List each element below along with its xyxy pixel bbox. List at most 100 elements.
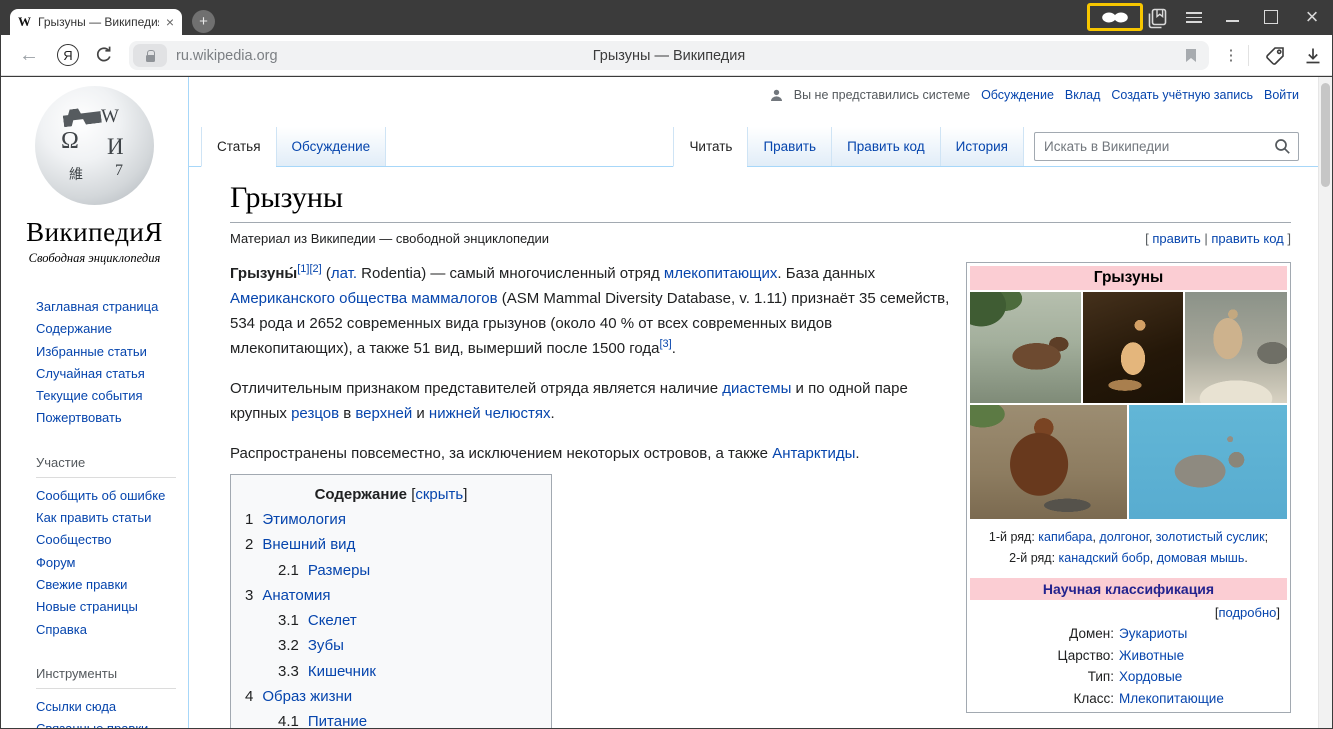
latin-link[interactable]: лат.	[331, 265, 357, 282]
collections-tag-icon[interactable]	[1262, 44, 1288, 67]
globe-glyph-cjk: 維	[69, 164, 83, 184]
more-options-icon[interactable]: ⋮	[1223, 44, 1239, 66]
capybara-link[interactable]: капибара	[1038, 530, 1092, 544]
classification-header[interactable]: Научная классификация	[970, 578, 1287, 600]
sidebar-item-featured[interactable]: Избранные статьи	[36, 341, 188, 363]
sidebar-item-random[interactable]: Случайная статья	[36, 363, 188, 385]
house-mouse-image[interactable]	[1129, 405, 1287, 519]
tab-close-icon[interactable]: ×	[166, 15, 174, 29]
globe-glyph-i: И	[107, 134, 124, 160]
menu-icon[interactable]	[1186, 12, 1202, 23]
toc-item[interactable]: 4Образ жизни	[245, 684, 537, 709]
sidebar-item-current-events[interactable]: Текущие события	[36, 385, 188, 407]
new-tab-button[interactable]: +	[192, 10, 215, 33]
tab-article[interactable]: Статья	[201, 127, 276, 167]
toc-item[interactable]: 2Внешний вид	[245, 532, 537, 557]
personal-link-login[interactable]: Войти	[1264, 88, 1299, 102]
browser-titlebar: W Грызуны — Википедия × + ×	[0, 0, 1333, 35]
download-icon[interactable]	[1302, 44, 1324, 67]
sidebar-item-report-error[interactable]: Сообщить об ошибке	[36, 485, 188, 507]
personal-link-talk[interactable]: Обсуждение	[981, 88, 1054, 102]
details-link[interactable]: подробно	[1218, 605, 1276, 620]
window-close-icon[interactable]: ×	[1300, 1, 1324, 33]
ssl-lock-badge[interactable]	[133, 44, 167, 67]
url-text[interactable]: ru.wikipedia.org	[176, 48, 278, 64]
sidebar-item-donate[interactable]: Пожертвовать	[36, 407, 188, 429]
golden-squirrel-link[interactable]: золотистый суслик	[1156, 530, 1265, 544]
tab-talk[interactable]: Обсуждение	[276, 127, 387, 166]
search-icon[interactable]	[1274, 138, 1291, 155]
omnibox-page-title: Грызуны — Википедия	[129, 48, 1209, 64]
search-input[interactable]	[1034, 132, 1299, 161]
sidebar-item-how-to-edit[interactable]: Как править статьи	[36, 507, 188, 529]
rank-value-class[interactable]: Млекопитающие	[1119, 688, 1287, 710]
toc-item[interactable]: 3Анатомия	[245, 583, 537, 608]
ref-3[interactable]: [3]	[660, 338, 672, 350]
tab-edit-source[interactable]: Править код	[831, 127, 940, 166]
toc-item[interactable]: 2.1Размеры	[278, 558, 537, 583]
wikipedia-wordmark[interactable]: ВикипедиЯ	[1, 217, 188, 248]
reload-icon[interactable]	[93, 44, 115, 66]
tab-edit[interactable]: Править	[747, 127, 831, 166]
beaver-image[interactable]	[970, 405, 1127, 519]
search-box	[1034, 132, 1299, 161]
sidebar: Ω W И 維 7 ВикипедиЯ Свободная энциклопед…	[1, 77, 188, 728]
user-icon	[770, 89, 783, 102]
maximize-icon[interactable]	[1264, 10, 1278, 24]
golden-squirrel-image[interactable]	[1185, 292, 1287, 403]
rank-value-domain[interactable]: Эукариоты	[1119, 623, 1287, 645]
personal-link-create-account[interactable]: Создать учётную запись	[1111, 88, 1253, 102]
mammals-link[interactable]: млекопитающих	[664, 265, 778, 282]
diastema-link[interactable]: диастемы	[722, 380, 791, 397]
toc-item[interactable]: 3.2Зубы	[278, 633, 537, 658]
sidebar-item-community[interactable]: Сообщество	[36, 529, 188, 551]
toc-item[interactable]: 3.1Скелет	[278, 608, 537, 633]
site-subtitle: Материал из Википедии — свободной энцикл…	[230, 231, 549, 246]
sidebar-item-what-links-here[interactable]: Ссылки сюда	[36, 696, 188, 718]
yandex-icon[interactable]: Я	[57, 44, 79, 66]
toc: Содержание [скрыть] 1Этимология 2Внешний…	[230, 474, 552, 728]
personal-link-contribs[interactable]: Вклад	[1065, 88, 1101, 102]
scrollbar-thumb[interactable]	[1321, 83, 1330, 187]
sidebar-bookmarks-icon[interactable]	[1146, 7, 1168, 29]
asm-link[interactable]: Американского общества маммалогов	[230, 290, 498, 307]
minimize-icon[interactable]	[1226, 20, 1239, 22]
toc-item[interactable]: 1Этимология	[245, 507, 537, 532]
address-bar: ← Я ru.wikipedia.org Грызуны — Википедия…	[1, 35, 1332, 76]
springhare-image[interactable]	[1083, 292, 1182, 403]
tab-history[interactable]: История	[940, 127, 1024, 166]
page-scrollbar[interactable]	[1318, 77, 1332, 728]
upper-jaw-link[interactable]: верхней	[355, 405, 412, 422]
toc-item[interactable]: 3.3Кишечник	[278, 659, 537, 684]
wikipedia-globe-logo[interactable]: Ω W И 維 7	[35, 86, 154, 205]
sidebar-item-recent-changes[interactable]: Свежие правки	[36, 574, 188, 596]
sidebar-item-contents[interactable]: Содержание	[36, 318, 188, 340]
rank-value-phylum[interactable]: Хордовые	[1119, 666, 1287, 688]
sidebar-item-new-pages[interactable]: Новые страницы	[36, 596, 188, 618]
antarctica-link[interactable]: Антарктиды	[772, 445, 855, 462]
toc-hide-link[interactable]: скрыть	[415, 486, 463, 503]
capybara-image[interactable]	[970, 292, 1081, 403]
sidebar-item-related-changes[interactable]: Связанные правки	[36, 718, 188, 728]
rank-value-kingdom[interactable]: Животные	[1119, 645, 1287, 667]
house-mouse-link[interactable]: домовая мышь	[1157, 551, 1245, 565]
sidebar-item-main-page[interactable]: Заглавная страница	[36, 296, 188, 318]
edit-link[interactable]: править	[1152, 231, 1200, 246]
toc-item[interactable]: 4.1Питание	[278, 709, 537, 728]
tab-read[interactable]: Читать	[673, 127, 747, 167]
sidebar-item-help[interactable]: Справка	[36, 619, 188, 641]
ref-2[interactable]: [2]	[309, 263, 321, 275]
ref-1[interactable]: [1]	[297, 263, 309, 275]
incognito-glasses-icon[interactable]	[1101, 11, 1129, 24]
sidebar-heading-tools: Инструменты	[36, 666, 176, 689]
springhare-link[interactable]: долгоног	[1099, 530, 1148, 544]
bookmark-flag-icon[interactable]	[1185, 48, 1197, 63]
beaver-link[interactable]: канадский бобр	[1059, 551, 1150, 565]
omnibox[interactable]: ru.wikipedia.org Грызуны — Википедия	[129, 41, 1209, 70]
back-icon[interactable]: ←	[17, 43, 41, 67]
lower-jaw-link[interactable]: нижней челюстях	[429, 405, 551, 422]
sidebar-item-forum[interactable]: Форум	[36, 552, 188, 574]
browser-tab[interactable]: W Грызуны — Википедия ×	[10, 9, 182, 35]
edit-source-link[interactable]: править код	[1211, 231, 1283, 246]
incisors-link[interactable]: резцов	[291, 405, 339, 422]
